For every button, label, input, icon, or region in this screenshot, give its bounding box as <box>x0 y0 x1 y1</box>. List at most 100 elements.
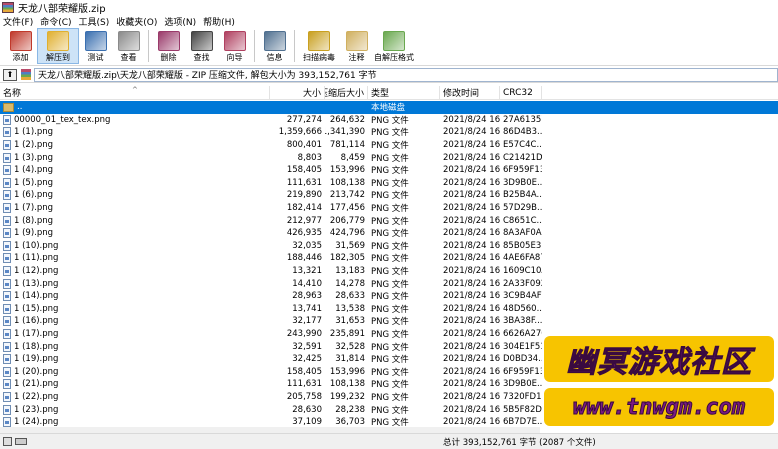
file-row[interactable]: 1 (13).png 14,410 14,278 PNG 文件 2021/8/24 16… <box>0 277 778 290</box>
cell-crc: 3D9B0E... <box>503 177 542 188</box>
parent-folder-row[interactable]: .. 本地磁盘 <box>0 101 778 114</box>
archive-path-field[interactable]: 天龙八部荣耀版.zip\天龙八部荣耀版 - ZIP 压缩文件, 解包大小为 39… <box>34 67 778 82</box>
toolbar-button-5[interactable]: 查找 <box>185 28 218 64</box>
file-row[interactable]: 1 (6).png 219,890 213,742 PNG 文件 2021/8/24 1… <box>0 189 778 202</box>
cell-packed: 28,238 <box>335 404 365 415</box>
cell-size: 188,446 <box>286 253 322 264</box>
cell-packed: 153,996 <box>329 165 365 176</box>
cell-modified: 2021/8/24 16... <box>443 354 500 365</box>
cell-crc: 3D9B0E... <box>503 379 542 390</box>
cell-type: PNG 文件 <box>371 178 409 189</box>
cell-type: PNG 文件 <box>371 166 409 177</box>
file-row[interactable]: 1 (1).png 1,359,666 1,341,390 PNG 文件 2021/8/… <box>0 126 778 139</box>
cell-modified: 2021/8/24 16... <box>443 203 500 214</box>
toolbar-button-1[interactable]: 解压到 <box>37 28 79 64</box>
cell-packed: 424,796 <box>329 228 365 239</box>
cell-modified: 2021/8/24 16... <box>443 404 500 415</box>
file-row[interactable]: 1 (12).png 13,321 13,183 PNG 文件 2021/8/24 16… <box>0 265 778 278</box>
cell-packed: 14,278 <box>335 278 365 289</box>
toolbar-button-label: 自解压格式 <box>374 53 414 62</box>
cell-size: 28,963 <box>292 291 322 302</box>
toolbar-button-8[interactable]: 扫描病毒 <box>298 28 340 64</box>
file-row[interactable]: 1 (5).png 111,631 108,138 PNG 文件 2021/8/24 1… <box>0 177 778 190</box>
menu-item-3[interactable]: 收藏夹(O) <box>113 15 161 28</box>
drive-icon[interactable] <box>3 437 12 446</box>
file-name: 1 (3).png <box>14 152 54 163</box>
menu-item-1[interactable]: 命令(C) <box>37 15 75 28</box>
column-header-crc[interactable]: CRC32 <box>500 86 542 99</box>
cell-packed: 781,114 <box>329 140 365 151</box>
menu-item-2[interactable]: 工具(S) <box>76 15 114 28</box>
file-row[interactable]: 1 (8).png 212,977 206,779 PNG 文件 2021/8/24 1… <box>0 214 778 227</box>
cell-type: PNG 文件 <box>371 115 409 126</box>
file-row[interactable]: 1 (9).png 426,935 424,796 PNG 文件 2021/8/24 1… <box>0 227 778 240</box>
cell-size: 28,630 <box>292 404 322 415</box>
file-row[interactable]: 1 (10).png 32,035 31,569 PNG 文件 2021/8/24 16… <box>0 240 778 253</box>
toolbar-separator <box>294 30 295 62</box>
file-row[interactable]: 00000_01_tex_tex.png 277,274 264,632 PNG 文件… <box>0 114 778 127</box>
file-name: 1 (4).png <box>14 165 54 176</box>
file-name: 1 (19).png <box>14 354 59 365</box>
key-icon[interactable] <box>15 438 27 445</box>
toolbar-button-9[interactable]: 注释 <box>340 28 373 64</box>
cell-name: 1 (12).png <box>0 265 270 278</box>
file-row[interactable]: 1 (2).png 800,401 781,114 PNG 文件 2021/8/24 1… <box>0 139 778 152</box>
cell-size: 111,631 <box>286 379 322 390</box>
column-header-size[interactable]: 大小 <box>270 86 325 99</box>
toolbar-button-4[interactable]: 删除 <box>152 28 185 64</box>
toolbar-button-3[interactable]: 查看 <box>112 28 145 64</box>
png-file-icon <box>3 316 11 327</box>
cell-crc: 3BA38F... <box>503 316 542 327</box>
toolbar: 添加 解压到 测试 查看 删除 查找 向导 信息 扫描病毒 注释 自解压格式 <box>0 28 778 66</box>
cell-name: 1 (17).png <box>0 328 270 341</box>
cell-crc: 27A61357 <box>503 114 542 125</box>
watermark-title-box: 幽冥游戏社区 <box>544 336 774 382</box>
column-header-modified[interactable]: 修改时间 <box>440 86 500 99</box>
file-row[interactable]: 1 (4).png 158,405 153,996 PNG 文件 2021/8/24 1… <box>0 164 778 177</box>
file-name: 1 (15).png <box>14 303 59 314</box>
column-header-type[interactable]: 类型 <box>368 86 440 99</box>
toolbar-button-10[interactable]: 自解压格式 <box>373 28 415 64</box>
up-folder-button[interactable]: ⬆ <box>3 68 17 81</box>
cell-modified: 2021/8/24 16... <box>443 328 500 339</box>
cell-size: 1,359,666 <box>278 127 322 138</box>
file-row[interactable]: 1 (7).png 182,414 177,456 PNG 文件 2021/8/24 1… <box>0 202 778 215</box>
file-row[interactable]: 1 (3).png 8,803 8,459 PNG 文件 2021/8/24 16...… <box>0 151 778 164</box>
toolbar-button-2[interactable]: 测试 <box>79 28 112 64</box>
file-name: 1 (17).png <box>14 328 59 339</box>
cell-packed: 199,232 <box>329 391 365 402</box>
cell-modified: 2021/8/24 16... <box>443 114 500 125</box>
cell-packed: 108,138 <box>329 379 365 390</box>
title-bar: 天龙八部荣耀版.zip <box>0 0 778 15</box>
menu-item-0[interactable]: 文件(F) <box>0 15 37 28</box>
file-name: 1 (2).png <box>14 140 54 151</box>
cell-name: 1 (9).png <box>0 227 270 240</box>
menu-item-4[interactable]: 选项(N) <box>161 15 200 28</box>
cell-modified: 2021/8/24 16... <box>443 303 500 314</box>
delete-icon <box>157 31 180 51</box>
file-row[interactable]: 1 (14).png 28,963 28,633 PNG 文件 2021/8/24 16… <box>0 290 778 303</box>
png-file-icon <box>3 190 11 201</box>
watermark-url: www.tnwgm.com <box>572 394 746 420</box>
file-row[interactable]: 1 (16).png 32,177 31,653 PNG 文件 2021/8/24 16… <box>0 315 778 328</box>
cell-crc: 6F959F13 <box>503 165 542 176</box>
png-file-icon <box>3 253 11 264</box>
cell-size: 32,591 <box>292 341 322 352</box>
toolbar-button-6[interactable]: 向导 <box>218 28 251 64</box>
cell-type: PNG 文件 <box>371 380 409 391</box>
column-header-packed[interactable]: 压缩后大小 <box>325 86 368 99</box>
toolbar-button-7[interactable]: 信息 <box>258 28 291 64</box>
cell-modified: 2021/8/24 16... <box>443 240 500 251</box>
menu-item-5[interactable]: 帮助(H) <box>200 15 239 28</box>
cell-size: 212,977 <box>286 215 322 226</box>
file-row[interactable]: 1 (15).png 13,741 13,538 PNG 文件 2021/8/24 16… <box>0 303 778 316</box>
cell-crc: B25B4A... <box>503 190 542 201</box>
file-row[interactable]: 1 (11).png 188,446 182,305 PNG 文件 2021/8/24 … <box>0 252 778 265</box>
toolbar-button-label: 向导 <box>226 53 243 62</box>
file-name: 1 (14).png <box>14 291 59 302</box>
png-file-icon <box>3 165 11 176</box>
file-name: 1 (22).png <box>14 391 59 402</box>
toolbar-button-0[interactable]: 添加 <box>4 28 37 64</box>
cell-size: 158,405 <box>286 366 322 377</box>
file-name: 1 (9).png <box>14 228 54 239</box>
